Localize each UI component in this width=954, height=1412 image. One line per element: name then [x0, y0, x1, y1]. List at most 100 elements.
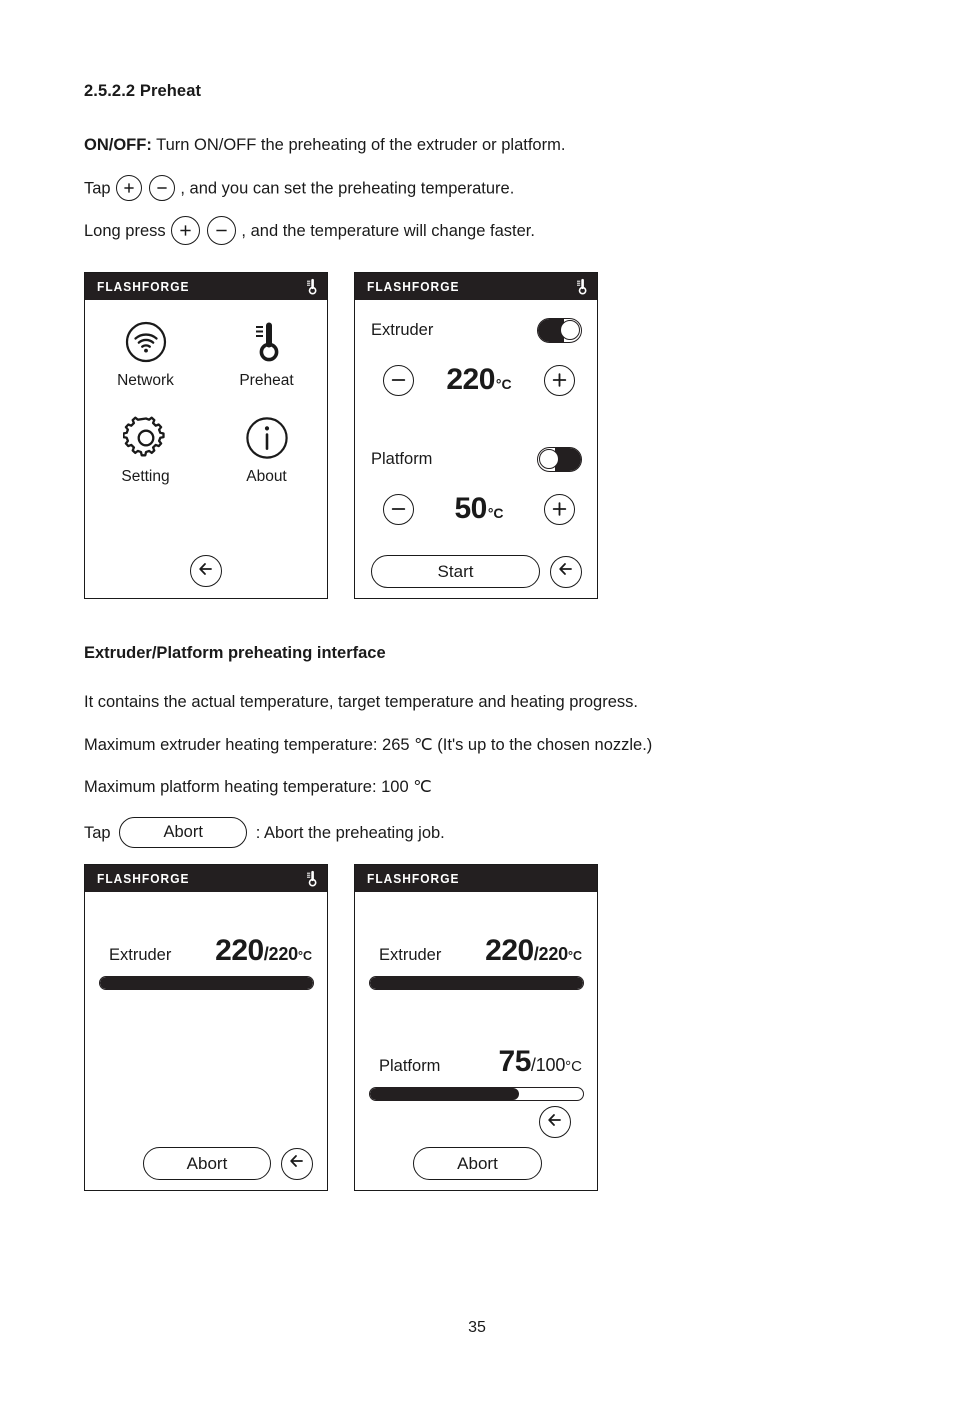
- extruder-plus-button[interactable]: [544, 364, 575, 396]
- extruder-temp-number: 220: [446, 363, 495, 396]
- screen-set-temperature: FLASHFORGE Extruder 220 °C Platform 50 °…: [354, 272, 598, 599]
- menu-item-label: Setting: [121, 468, 170, 485]
- longpress-rest-label: , and the temperature will change faster…: [241, 221, 535, 240]
- platform-row: Platform: [371, 447, 582, 472]
- abort-button[interactable]: Abort: [143, 1147, 271, 1180]
- platform-temp-unit: °C: [487, 505, 504, 521]
- extruder-temperature-value: 220 °C: [446, 363, 511, 397]
- platform-preheat-block: Platform 75/100 °C: [369, 1045, 584, 1101]
- screen-main-menu: FLASHFORGE Network Preheat Setting About: [84, 272, 328, 599]
- paragraph-max-platform: Maximum platform heating temperature: 10…: [84, 778, 432, 796]
- paragraph-max-extruder: Maximum extruder heating temperature: 26…: [84, 736, 653, 754]
- extruder-label: Extruder: [371, 321, 434, 339]
- screen-body: Extruder 220/220 °C Abort: [85, 892, 327, 1190]
- screen-preheating-both: FLASHFORGE Extruder 220/220°C Platform: [354, 864, 598, 1191]
- extruder-stepper: 220 °C: [383, 363, 575, 397]
- extruder-row: Extruder: [371, 318, 582, 343]
- extruder-current-temp: 220: [215, 934, 264, 967]
- plus-icon: [171, 216, 201, 245]
- menu-item-network[interactable]: Network: [85, 318, 206, 390]
- back-button[interactable]: [190, 555, 222, 587]
- extruder-preheat-head: Extruder 220/220 °C: [369, 934, 584, 968]
- screen-header: FLASHFORGE: [355, 273, 597, 300]
- back-arrow-icon: [545, 1110, 565, 1135]
- flashforge-logo: FLASHFORGE: [97, 279, 190, 294]
- action-row: Abort: [143, 1147, 313, 1180]
- platform-label: Platform: [371, 450, 433, 468]
- platform-toggle[interactable]: [537, 447, 582, 472]
- minus-icon: [206, 216, 236, 245]
- tap-abort-rest-label: : Abort the preheating job.: [255, 823, 445, 842]
- extruder-label: Extruder: [109, 946, 172, 964]
- toggle-knob: [539, 449, 559, 469]
- menu-item-setting[interactable]: Setting: [85, 414, 206, 486]
- back-button-wrapper: [539, 1106, 571, 1138]
- back-button[interactable]: [539, 1106, 571, 1138]
- page-number: 35: [468, 1319, 486, 1336]
- extruder-readout: 220/220 °C: [485, 934, 582, 968]
- platform-plus-button[interactable]: [544, 493, 575, 525]
- menu-item-label: Network: [117, 372, 174, 389]
- back-arrow-icon: [287, 1151, 307, 1176]
- longpress-lead-label: Long press: [84, 221, 166, 240]
- extruder-label: Extruder: [379, 946, 442, 964]
- plus-icon: [116, 175, 143, 201]
- wifi-icon: [125, 318, 167, 366]
- abort-button-illustration: Abort: [119, 817, 248, 848]
- platform-target-temp: /100: [530, 1055, 566, 1075]
- extruder-minus-button[interactable]: [383, 364, 414, 396]
- paragraph-tap: Tap , and you can set the preheating tem…: [84, 175, 515, 202]
- paragraph-contains: It contains the actual temperature, targ…: [84, 693, 638, 711]
- back-arrow-icon: [556, 559, 576, 584]
- action-row: Start: [371, 555, 582, 588]
- back-button[interactable]: [550, 555, 582, 588]
- screen-body: Extruder 220/220 °C Platform 75/100 °C A…: [355, 892, 597, 1190]
- paragraph-tap-abort: Tap Abort : Abort the preheating job.: [84, 817, 445, 849]
- extruder-toggle[interactable]: [537, 318, 582, 343]
- paragraph-onoff: ON/OFF: Turn ON/OFF the preheating of th…: [84, 135, 565, 156]
- menu-item-label: Preheat: [239, 372, 294, 389]
- screen-header: FLASHFORGE: [85, 865, 327, 892]
- platform-stepper: 50 °C: [383, 492, 575, 526]
- tap-rest-label: , and you can set the preheating tempera…: [180, 179, 515, 198]
- toggle-track: [555, 448, 581, 471]
- extruder-preheat-block: Extruder 220/220 °C: [369, 934, 584, 990]
- platform-minus-button[interactable]: [383, 493, 414, 525]
- gear-icon: [122, 414, 169, 462]
- document-page: 2.5.2.2 Preheat ON/OFF: Turn ON/OFF the …: [0, 0, 954, 1412]
- paragraph-longpress: Long press , and the temperature will ch…: [84, 216, 535, 246]
- thermometer-icon: [305, 870, 318, 888]
- platform-temp-unit: °C: [565, 1058, 582, 1075]
- screen-body: Extruder 220 °C Platform 50 °C Start: [355, 300, 597, 598]
- thermometer-icon: [575, 278, 588, 296]
- tap-lead-label: Tap: [84, 179, 111, 198]
- extruder-progress-fill: [100, 977, 313, 989]
- start-button[interactable]: Start: [371, 555, 540, 588]
- abort-button[interactable]: Abort: [413, 1147, 542, 1180]
- flashforge-logo: FLASHFORGE: [367, 871, 460, 886]
- extruder-current-temp: 220: [485, 934, 534, 967]
- extruder-temp-unit: °C: [495, 376, 512, 392]
- platform-label: Platform: [379, 1057, 441, 1075]
- extruder-readout: 220/220 °C: [215, 934, 312, 968]
- menu-item-preheat[interactable]: Preheat: [206, 318, 327, 390]
- thermometer-icon: [305, 278, 318, 296]
- extruder-target-temp: /220: [263, 944, 298, 964]
- info-icon: [245, 414, 289, 462]
- platform-temp-number: 50: [454, 492, 487, 525]
- menu-item-about[interactable]: About: [206, 414, 327, 486]
- extruder-target-temp: /220: [533, 944, 568, 964]
- extruder-progress-bar: [369, 976, 584, 990]
- extruder-temp-unit: °C: [297, 949, 312, 963]
- platform-current-temp: 75: [498, 1045, 532, 1078]
- screen-header: FLASHFORGE: [355, 865, 597, 892]
- screen-body: Network Preheat Setting About: [85, 300, 327, 598]
- back-button[interactable]: [281, 1147, 313, 1180]
- platform-readout: 75/100 °C: [499, 1045, 582, 1079]
- flashforge-logo: FLASHFORGE: [97, 871, 190, 886]
- screen-header: FLASHFORGE: [85, 273, 327, 300]
- tap-abort-lead-label: Tap: [84, 823, 111, 842]
- extruder-preheat-block: Extruder 220/220 °C: [99, 934, 314, 990]
- page-title: 2.5.2.2 Preheat: [84, 82, 202, 100]
- action-row: Abort: [413, 1147, 542, 1180]
